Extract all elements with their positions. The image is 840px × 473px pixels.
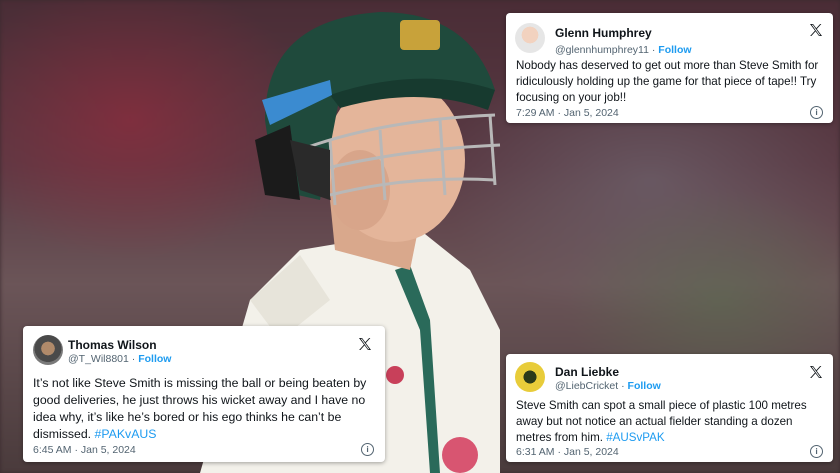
- hashtag-link[interactable]: #PAKvAUS: [95, 427, 157, 441]
- tweet-card-thomas: Thomas Wilson @T_Wil8801 · Follow It’s n…: [23, 326, 385, 462]
- author-name[interactable]: Glenn Humphrey: [555, 26, 652, 40]
- x-logo-icon[interactable]: [808, 364, 824, 380]
- follow-button[interactable]: Follow: [658, 44, 691, 56]
- tweet-timestamp[interactable]: 6:31 AM · Jan 5, 2024: [516, 446, 619, 458]
- info-icon[interactable]: i: [810, 445, 823, 458]
- author-name[interactable]: Dan Liebke: [555, 365, 619, 379]
- avatar[interactable]: [515, 23, 545, 53]
- follow-button[interactable]: Follow: [628, 380, 661, 392]
- tweet-card-dan: Dan Liebke @LiebCricket · Follow Steve S…: [506, 354, 833, 462]
- separator: ·: [621, 380, 625, 392]
- info-icon[interactable]: i: [361, 443, 374, 456]
- author-meta: @LiebCricket · Follow: [555, 380, 661, 392]
- info-icon[interactable]: i: [810, 106, 823, 119]
- avatar[interactable]: [33, 335, 63, 365]
- avatar[interactable]: [515, 362, 545, 392]
- tweet-header: Glenn Humphrey @glennhumphrey11 · Follow: [515, 20, 824, 56]
- tweet-text: Nobody has deserved to get out more than…: [516, 58, 826, 106]
- author-handle[interactable]: @glennhumphrey11: [555, 44, 649, 56]
- tweet-header: Thomas Wilson @T_Wil8801 · Follow: [33, 335, 375, 369]
- tweet-text: It’s not like Steve Smith is missing the…: [33, 375, 379, 443]
- tweet-card-glenn: Glenn Humphrey @glennhumphrey11 · Follow…: [506, 13, 833, 123]
- author-meta: @T_Wil8801 · Follow: [68, 353, 171, 365]
- tweet-timestamp[interactable]: 6:45 AM · Jan 5, 2024: [33, 444, 136, 456]
- tweet-text-content: Nobody has deserved to get out more than…: [516, 59, 819, 104]
- tweet-text: Steve Smith can spot a small piece of pl…: [516, 398, 828, 446]
- author-name[interactable]: Thomas Wilson: [68, 338, 157, 352]
- x-logo-icon[interactable]: [808, 22, 824, 38]
- author-handle[interactable]: @LiebCricket: [555, 380, 618, 392]
- tweet-text-content: It’s not like Steve Smith is missing the…: [33, 376, 367, 441]
- tweet-header: Dan Liebke @LiebCricket · Follow: [515, 362, 824, 396]
- separator: ·: [651, 44, 656, 56]
- x-logo-icon[interactable]: [357, 336, 373, 352]
- hashtag-link[interactable]: #AUSvPAK: [606, 431, 664, 444]
- tweet-timestamp[interactable]: 7:29 AM · Jan 5, 2024: [516, 107, 619, 119]
- separator: ·: [131, 353, 136, 365]
- follow-button[interactable]: Follow: [138, 353, 171, 365]
- author-meta: @glennhumphrey11 · Follow: [555, 44, 692, 56]
- author-handle[interactable]: @T_Wil8801: [68, 353, 129, 365]
